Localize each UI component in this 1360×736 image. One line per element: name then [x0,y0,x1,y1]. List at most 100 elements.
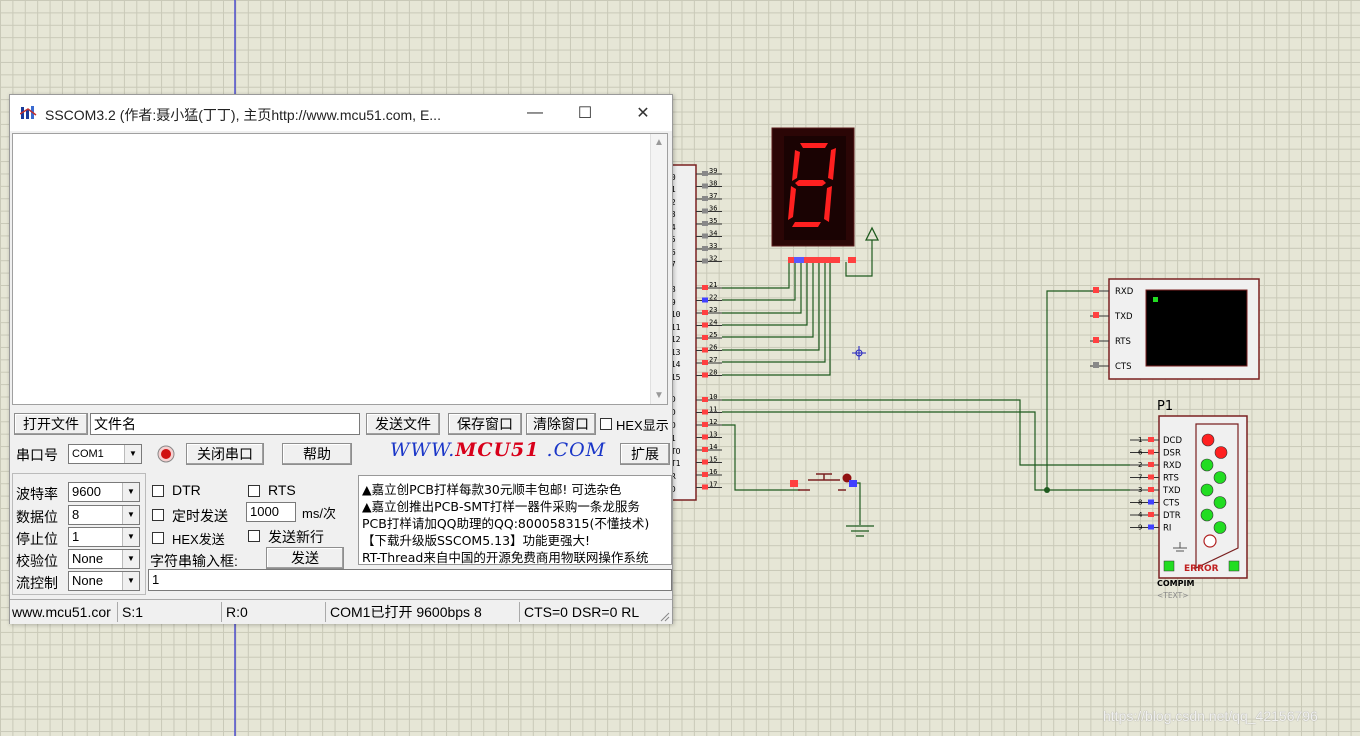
interval-unit: ms/次 [302,506,336,521]
title-bar[interactable]: SSCOM3.2 (作者:聂小猛(丁丁), 主页http://www.mcu51… [10,95,672,131]
stop-bits-select[interactable]: 1 ▼ [68,527,140,547]
mcu-pin-number: 11 [709,406,717,414]
mcu-pin[interactable]: 34 [696,230,722,239]
baud-select[interactable]: 9600 ▼ [68,482,140,502]
mcu-pin[interactable]: 25 [696,331,722,340]
mcu-pin[interactable]: 21 [696,281,722,290]
mcu-pin[interactable]: 35 [696,217,722,226]
receive-scrollbar[interactable]: ▲ ▼ [650,134,667,404]
port-label: 串口号 [16,447,58,463]
virtual-terminal[interactable]: RXD TXD RTS CTS [1090,278,1260,380]
maximize-button[interactable]: ☐ [562,95,608,131]
expand-button[interactable]: 扩展 [620,443,670,465]
compim-pin-number: 3 [1138,486,1142,494]
close-port-button[interactable]: 关闭串口 [186,443,264,465]
mcu-pin[interactable]: 24 [696,319,722,328]
mcu-pin[interactable]: 11 [696,406,722,415]
rts-checkbox[interactable] [248,485,260,497]
mcu-pin-number: 28 [709,369,717,377]
help-button[interactable]: 帮助 [282,443,352,465]
compim-pin-number: 6 [1138,449,1143,457]
mcu-pin[interactable]: 14 [696,443,722,452]
mcu-pin[interactable]: 39 [696,167,722,176]
mcu-pin[interactable]: 36 [696,205,722,214]
mcu-pin-number: 12 [709,418,717,426]
scroll-down-icon[interactable]: ▼ [654,390,664,401]
mcu-pin[interactable]: 13 [696,431,722,440]
timed-send-checkbox[interactable] [152,509,164,521]
mcu-pin[interactable]: 26 [696,344,722,353]
resize-grip-icon[interactable] [658,610,670,622]
mcu-pin-number: 22 [709,294,717,302]
seven-segment-display[interactable] [771,127,856,263]
parity-value: None [72,551,104,566]
power-terminal [864,226,880,241]
chevron-down-icon[interactable]: ▼ [122,528,139,546]
chevron-down-icon[interactable]: ▼ [124,445,141,463]
hex-send-checkbox[interactable] [152,532,164,544]
close-button[interactable]: ✕ [620,95,666,131]
port-select[interactable]: COM1 ▼ [68,444,142,464]
promo-link[interactable]: WWW.MCU51 .COM [390,439,606,461]
push-button[interactable] [790,473,857,491]
data-bits-select[interactable]: 8 ▼ [68,505,140,525]
ad-line[interactable]: RT-Thread来自中国的开源免费商用物联网操作系统 [362,547,648,564]
mcu-pin[interactable]: 12 [696,418,722,427]
file-name-field[interactable]: 文件名 [90,413,360,435]
mcu-pin[interactable]: 38 [696,180,722,189]
compim-pin-number: 9 [1138,524,1142,532]
flow-control-label: 流控制 [16,575,58,591]
send-button[interactable]: 发送 [266,547,344,569]
mcu-pin[interactable]: 22 [696,294,722,303]
flow-control-select[interactable]: None ▼ [68,571,140,591]
parity-label: 校验位 [16,553,58,569]
scroll-up-icon[interactable]: ▲ [654,137,664,148]
input-label: 字符串输入框: [150,553,238,569]
flow-control-value: None [72,573,104,588]
status-port-state: COM1已打开 9600bps 8 [328,602,520,622]
chevron-down-icon[interactable]: ▼ [122,572,139,590]
chevron-down-icon[interactable]: ▼ [122,550,139,568]
send-input[interactable]: 1 [148,569,672,591]
mcu-pin[interactable]: 32 [696,255,722,264]
promo-brand: MCU51 [455,439,540,461]
interval-input[interactable]: 1000 [246,502,296,522]
mcu-pin[interactable]: 17 [696,481,722,490]
mcu-pin-number: 15 [709,456,717,464]
send-newline-checkbox[interactable] [248,530,260,542]
mcu-pin[interactable]: 28 [696,369,722,378]
clear-window-button[interactable]: 清除窗口 [526,413,596,435]
status-led [1200,508,1214,522]
mcu-pin[interactable]: 15 [696,456,722,465]
compim-port[interactable]: P1 1 DCD 6 DSR 2 RXD 7 RTS 3 TXD 8 CTS 4 DTR 9 RI ERROR… [1130,399,1248,600]
mcu-pin[interactable]: 10 [696,393,722,402]
mcu-pin-number: 34 [709,230,717,238]
mcu-pin-number: 24 [709,319,717,327]
mcu-pin[interactable]: 37 [696,192,722,201]
mcu-pin[interactable]: 33 [696,242,722,251]
sscom-window[interactable]: SSCOM3.2 (作者:聂小猛(丁丁), 主页http://www.mcu51… [9,94,673,624]
send-newline-label: 发送新行 [268,529,324,545]
chevron-down-icon[interactable]: ▼ [122,483,139,501]
compim-pin-name: CTS [1163,499,1180,509]
receive-area[interactable]: ▲ ▼ [12,133,668,405]
chevron-down-icon[interactable]: ▼ [122,506,139,524]
mcu-pin[interactable]: 23 [696,306,722,315]
mcu-pin-number: 16 [709,468,717,476]
save-window-button[interactable]: 保存窗口 [448,413,522,435]
mcu-pin[interactable]: 27 [696,356,722,365]
parity-select[interactable]: None ▼ [68,549,140,569]
dtr-checkbox[interactable] [152,485,164,497]
mcu-pin-number: 35 [709,217,717,225]
minimize-button[interactable]: — [512,95,558,131]
mcu-pin[interactable]: 16 [696,468,722,477]
send-file-button[interactable]: 发送文件 [366,413,440,435]
watermark: https://blog.csdn.net/qq_42156796 [1103,708,1318,724]
hex-display-checkbox[interactable] [600,418,612,430]
compim-pin-number: 2 [1138,461,1142,469]
compim-pin-name: DTR [1163,511,1181,521]
status-led [1213,521,1227,534]
terminal-pin-label: TXD [1114,312,1133,322]
open-file-button[interactable]: 打开文件 [14,413,88,435]
ad-box[interactable]: ▲嘉立创PCB打样每款30元顺丰包邮! 可选杂色 ▲嘉立创推出PCB-SMT打样… [358,475,672,565]
